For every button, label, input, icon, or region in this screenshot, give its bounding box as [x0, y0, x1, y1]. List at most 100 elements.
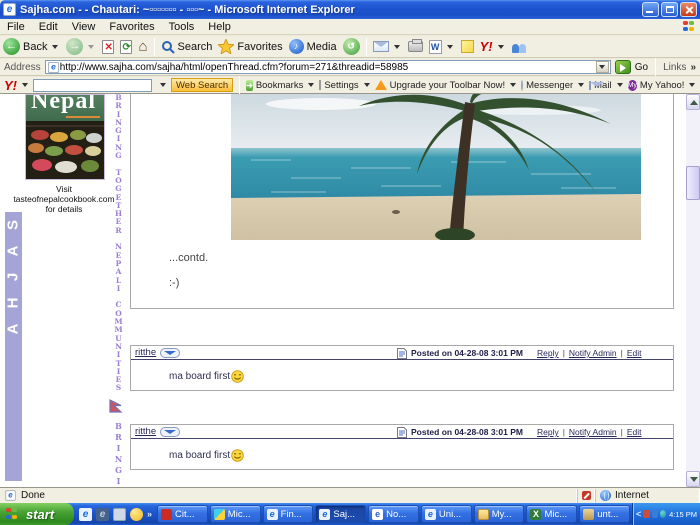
cookbook-cover-band: Nepal: [26, 95, 104, 121]
menu-file[interactable]: File: [0, 20, 32, 34]
quick-ie-icon[interactable]: e: [79, 508, 92, 521]
back-button[interactable]: ← Back: [0, 37, 63, 57]
search-label: Search: [178, 41, 213, 53]
posted-timestamp: Posted on 04-28-08 3:01 PM: [411, 427, 523, 437]
yahoo-search-caret-icon[interactable]: [160, 83, 166, 87]
menu-edit[interactable]: Edit: [32, 20, 65, 34]
go-label[interactable]: Go: [635, 62, 648, 73]
taskbar-window-button[interactable]: My...: [474, 505, 525, 523]
tray-collapse-chevron[interactable]: <: [636, 509, 641, 519]
quick-messenger-smiley-icon[interactable]: [130, 508, 143, 521]
forward-caret-icon[interactable]: [88, 45, 94, 49]
taskbar-window-button[interactable]: eUni...: [421, 505, 472, 523]
my-yahoo-label[interactable]: My Yahoo!: [640, 80, 685, 91]
notify-admin-link[interactable]: Notify Admin: [569, 427, 617, 437]
scroll-up-button[interactable]: [686, 94, 700, 110]
taskbar-window-button[interactable]: eFin...: [263, 505, 314, 523]
notify-admin-link[interactable]: Notify Admin: [569, 348, 617, 358]
address-input[interactable]: [60, 61, 596, 73]
go-button[interactable]: [615, 60, 631, 74]
yahoo-mail-icon: [589, 81, 591, 90]
menu-help[interactable]: Help: [201, 20, 238, 34]
author-link[interactable]: ritthe: [135, 426, 156, 437]
back-caret-icon[interactable]: [52, 45, 58, 49]
reply-body: ma board first: [131, 439, 673, 462]
taskbar-window-button[interactable]: XMic...: [526, 505, 577, 523]
upgrade-caret-icon[interactable]: [510, 83, 516, 87]
home-icon: ⌂: [138, 40, 147, 54]
links-more-chevron[interactable]: »: [690, 62, 696, 73]
author-link[interactable]: ritthe: [135, 347, 156, 358]
word-caret-icon[interactable]: [447, 45, 453, 49]
taskbar-window-button[interactable]: Cit...: [157, 505, 208, 523]
taskbar-window-button[interactable]: eNo...: [368, 505, 419, 523]
mail-button[interactable]: [370, 37, 405, 57]
scrollbar-thumb[interactable]: [686, 166, 700, 200]
start-button[interactable]: start: [0, 503, 74, 525]
tray-volume-icon[interactable]: [660, 510, 666, 518]
bookmarks-label[interactable]: Bookmarks: [256, 80, 304, 91]
favorites-button[interactable]: Favorites: [215, 37, 285, 57]
home-button[interactable]: ⌂: [135, 37, 150, 57]
my-yahoo-caret-icon[interactable]: [689, 83, 695, 87]
menu-tools[interactable]: Tools: [162, 20, 202, 34]
pm-icon[interactable]: [160, 348, 180, 358]
tray-shield-icon[interactable]: [652, 510, 658, 518]
yahoo-logo-caret-icon[interactable]: [22, 83, 28, 87]
edit-word-button[interactable]: W: [426, 37, 458, 57]
messenger-buddies-button[interactable]: [509, 37, 531, 57]
yahoo-logo[interactable]: Y!: [4, 78, 17, 93]
forward-button[interactable]: →: [63, 37, 99, 57]
address-dropdown-button[interactable]: [596, 61, 609, 73]
restore-button[interactable]: [661, 2, 678, 17]
upgrade-label[interactable]: Upgrade your Toolbar Now!: [390, 80, 505, 91]
reply-link[interactable]: Reply: [537, 427, 559, 437]
media-button[interactable]: ♪ Media: [286, 37, 340, 57]
posted-page-icon: [397, 427, 407, 438]
menu-view[interactable]: View: [65, 20, 103, 34]
stop-button[interactable]: ✕: [99, 37, 117, 57]
messenger-label[interactable]: Messenger: [526, 80, 573, 91]
search-icon: [161, 40, 175, 54]
notes-button[interactable]: [458, 37, 477, 57]
vertical-tagline: B R I N G I N G T O G E T H E R N E P A …: [111, 94, 126, 393]
cookbook-ad-image[interactable]: Nepal: [25, 94, 105, 180]
status-alert-icon[interactable]: [582, 491, 591, 500]
yahoo-search-input[interactable]: [33, 79, 152, 92]
settings-label[interactable]: Settings: [324, 80, 358, 91]
taskbar-window-button[interactable]: unt...: [579, 505, 630, 523]
quick-browser-icon[interactable]: e: [96, 508, 109, 521]
settings-caret-icon[interactable]: [364, 83, 370, 87]
taskbar-window-button-active[interactable]: eSaj...: [315, 505, 366, 523]
scroll-down-button[interactable]: [686, 471, 700, 487]
edit-link[interactable]: Edit: [627, 348, 642, 358]
go-arrow-icon: [620, 64, 626, 72]
print-button[interactable]: [405, 37, 426, 57]
quick-launch-more-chevron[interactable]: »: [147, 509, 152, 519]
mail-caret-icon[interactable]: [394, 45, 400, 49]
search-button[interactable]: Search: [158, 37, 216, 57]
yahoo-mail-caret-icon[interactable]: [617, 83, 623, 87]
link-separator: |: [621, 348, 623, 358]
reply-link[interactable]: Reply: [537, 348, 559, 358]
refresh-button[interactable]: ⟳: [117, 37, 135, 57]
taskbar-window-button[interactable]: Mic...: [210, 505, 261, 523]
bookmarks-caret-icon[interactable]: [308, 83, 314, 87]
menu-favorites[interactable]: Favorites: [102, 20, 161, 34]
excel-icon: X: [530, 509, 541, 520]
yahoo-button[interactable]: Y!: [477, 37, 509, 57]
title-bar: e Sajha.com - - Chautari: ~▫▫▫▫▫▫▫ - ▫▫▫…: [0, 0, 700, 19]
edit-link[interactable]: Edit: [627, 427, 642, 437]
vertical-scrollbar[interactable]: [686, 94, 700, 487]
favorites-label: Favorites: [237, 41, 282, 53]
messenger-caret-icon[interactable]: [578, 83, 584, 87]
quick-show-desktop-icon[interactable]: [113, 508, 126, 521]
web-search-button[interactable]: Web Search: [171, 78, 233, 92]
yahoo-caret-icon[interactable]: [498, 45, 504, 49]
pm-icon[interactable]: [160, 427, 180, 437]
history-button[interactable]: ↺: [340, 37, 363, 57]
close-button[interactable]: [680, 2, 697, 17]
links-label[interactable]: Links: [663, 62, 686, 73]
minimize-button[interactable]: [642, 2, 659, 17]
tray-network-alert-icon[interactable]: [643, 510, 649, 518]
